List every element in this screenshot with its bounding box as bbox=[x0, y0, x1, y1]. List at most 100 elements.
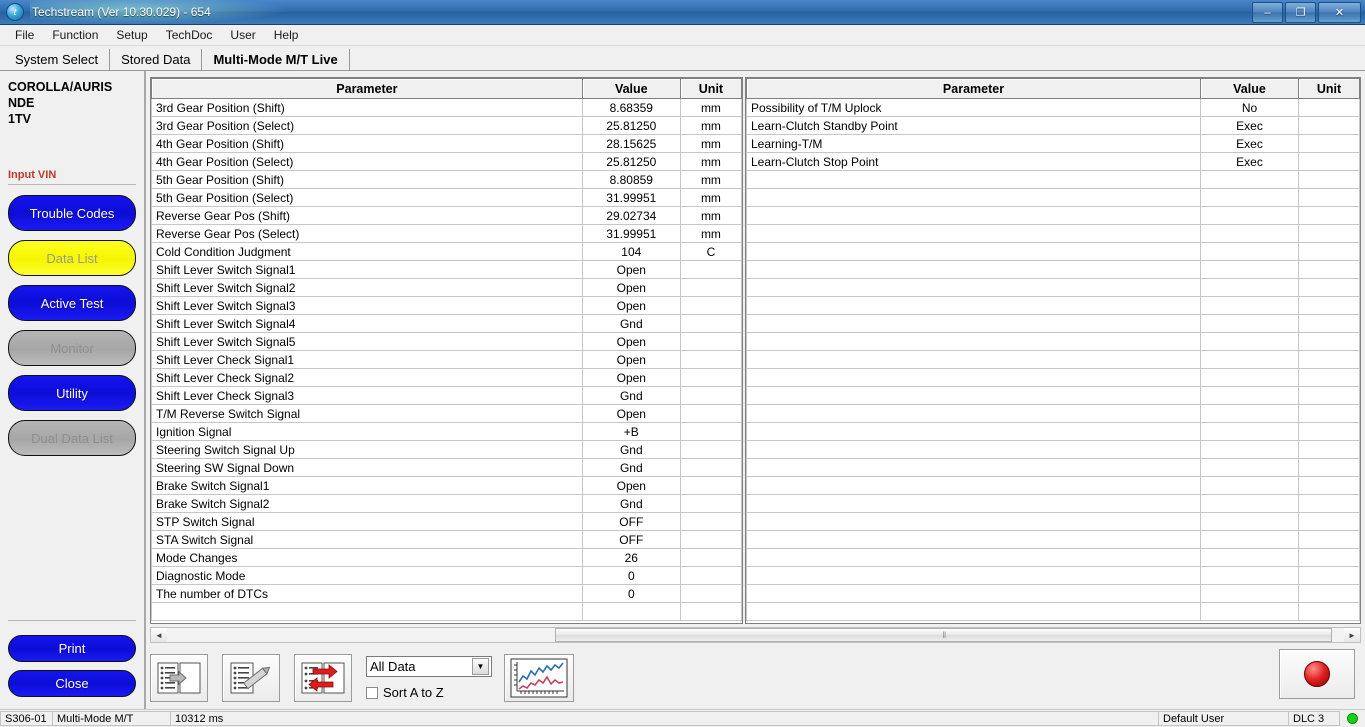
print-button[interactable]: Print bbox=[8, 635, 136, 662]
scroll-left-arrow-icon[interactable]: ◄ bbox=[151, 628, 167, 642]
table-row[interactable]: Steering Switch Signal UpGnd bbox=[152, 441, 742, 459]
sidebar-item-trouble-codes[interactable]: Trouble Codes bbox=[8, 195, 136, 231]
table-row[interactable]: 4th Gear Position (Shift)28.15625mm bbox=[152, 135, 742, 153]
table-row[interactable]: Brake Switch Signal1Open bbox=[152, 477, 742, 495]
cell-value: Open bbox=[582, 333, 680, 351]
record-button[interactable] bbox=[1279, 649, 1355, 699]
table-row[interactable]: Possibility of T/M UplockNo bbox=[747, 99, 1360, 117]
table-row[interactable]: T/M Reverse Switch SignalOpen bbox=[152, 405, 742, 423]
table-row[interactable]: Cold Condition Judgment104C bbox=[152, 243, 742, 261]
table-row[interactable]: Reverse Gear Pos (Select)31.99951mm bbox=[152, 225, 742, 243]
column-header-unit[interactable]: Unit bbox=[1299, 79, 1360, 99]
column-header-parameter[interactable]: Parameter bbox=[152, 79, 583, 99]
table-row-empty bbox=[747, 333, 1360, 351]
cell-parameter: Learn-Clutch Standby Point bbox=[747, 117, 1201, 135]
cell-value: Exec bbox=[1201, 135, 1299, 153]
input-vin-label[interactable]: Input VIN bbox=[8, 169, 136, 181]
table-row[interactable]: Shift Lever Switch Signal2Open bbox=[152, 279, 742, 297]
cell-value: 25.81250 bbox=[582, 117, 680, 135]
cell-parameter: T/M Reverse Switch Signal bbox=[152, 405, 583, 423]
table-row[interactable]: Shift Lever Check Signal2Open bbox=[152, 369, 742, 387]
scrollbar-track[interactable]: ‖ bbox=[167, 628, 1344, 642]
table-row[interactable]: Reverse Gear Pos (Shift)29.02734mm bbox=[152, 207, 742, 225]
table-row[interactable]: The number of DTCs0 bbox=[152, 585, 742, 603]
table-row-empty bbox=[747, 387, 1360, 405]
minimize-icon[interactable]: – bbox=[1252, 2, 1283, 23]
table-row[interactable]: Shift Lever Switch Signal4Gnd bbox=[152, 315, 742, 333]
sidebar-item-active-test[interactable]: Active Test bbox=[8, 285, 136, 321]
table-row[interactable]: 5th Gear Position (Select)31.99951mm bbox=[152, 189, 742, 207]
menu-item-techdoc[interactable]: TechDoc bbox=[157, 27, 222, 43]
table-row-empty bbox=[747, 297, 1360, 315]
table-row[interactable]: Mode Changes26 bbox=[152, 549, 742, 567]
cell-unit: mm bbox=[680, 189, 741, 207]
horizontal-scrollbar[interactable]: ◄ ‖ ► bbox=[150, 627, 1361, 643]
chevron-down-icon[interactable]: ▼ bbox=[472, 658, 489, 675]
table-row[interactable]: Shift Lever Check Signal3Gnd bbox=[152, 387, 742, 405]
table-row[interactable]: Shift Lever Switch Signal5Open bbox=[152, 333, 742, 351]
table-row[interactable]: 5th Gear Position (Shift)8.80859mm bbox=[152, 171, 742, 189]
cell-empty bbox=[1201, 549, 1299, 567]
close-button[interactable]: Close bbox=[8, 670, 136, 697]
cell-parameter: 3rd Gear Position (Select) bbox=[152, 117, 583, 135]
sort-a-to-z-row[interactable]: Sort A to Z bbox=[366, 685, 492, 700]
column-header-unit[interactable]: Unit bbox=[680, 79, 741, 99]
table-row[interactable]: STA Switch SignalOFF bbox=[152, 531, 742, 549]
cell-empty bbox=[1299, 495, 1360, 513]
scrollbar-thumb[interactable]: ‖ bbox=[555, 628, 1332, 642]
cell-empty bbox=[1299, 405, 1360, 423]
vehicle-model-line-2: NDE bbox=[8, 95, 136, 111]
cell-empty bbox=[1299, 315, 1360, 333]
cell-empty bbox=[1299, 567, 1360, 585]
close-icon[interactable]: ✕ bbox=[1318, 2, 1361, 23]
cell-unit bbox=[680, 423, 741, 441]
data-filter-select[interactable]: All Data ▼ bbox=[366, 656, 492, 677]
swap-columns-button[interactable] bbox=[294, 654, 352, 702]
cell-unit bbox=[680, 477, 741, 495]
menu-item-user[interactable]: User bbox=[221, 27, 264, 43]
table-row[interactable]: Learning-T/MExec bbox=[747, 135, 1360, 153]
table-row[interactable]: 4th Gear Position (Select)25.81250mm bbox=[152, 153, 742, 171]
cell-empty bbox=[1299, 189, 1360, 207]
tab-system-select[interactable]: System Select bbox=[4, 49, 110, 70]
table-row[interactable]: Shift Lever Switch Signal3Open bbox=[152, 297, 742, 315]
sort-a-to-z-checkbox[interactable] bbox=[366, 687, 378, 699]
column-header-value[interactable]: Value bbox=[582, 79, 680, 99]
record-dot-icon bbox=[1304, 661, 1330, 687]
table-row[interactable]: Shift Lever Check Signal1Open bbox=[152, 351, 742, 369]
table-row[interactable]: Learn-Clutch Standby PointExec bbox=[747, 117, 1360, 135]
table-row[interactable]: Steering SW Signal DownGnd bbox=[152, 459, 742, 477]
sidebar-item-utility[interactable]: Utility bbox=[8, 375, 136, 411]
tab-multi-mode-mt-live[interactable]: Multi-Mode M/T Live bbox=[202, 49, 349, 70]
cell-parameter: Steering Switch Signal Up bbox=[152, 441, 583, 459]
menu-item-help[interactable]: Help bbox=[265, 27, 308, 43]
cell-empty bbox=[747, 459, 1201, 477]
scrollbar-grip-icon: ‖ bbox=[942, 630, 945, 640]
cell-value: 26 bbox=[582, 549, 680, 567]
menu-item-file[interactable]: File bbox=[6, 27, 43, 43]
table-row[interactable]: Learn-Clutch Stop PointExec bbox=[747, 153, 1360, 171]
table-row[interactable]: Shift Lever Switch Signal1Open bbox=[152, 261, 742, 279]
save-snapshot-button[interactable] bbox=[222, 654, 280, 702]
column-header-value[interactable]: Value bbox=[1201, 79, 1299, 99]
cell-empty bbox=[1201, 513, 1299, 531]
table-row[interactable]: 3rd Gear Position (Select)25.81250mm bbox=[152, 117, 742, 135]
table-row[interactable]: 3rd Gear Position (Shift)8.68359mm bbox=[152, 99, 742, 117]
sidebar-item-data-list[interactable]: Data List bbox=[8, 240, 136, 276]
select-items-button[interactable] bbox=[150, 654, 208, 702]
menu-item-setup[interactable]: Setup bbox=[107, 27, 156, 43]
cell-empty bbox=[747, 315, 1201, 333]
table-row[interactable]: Ignition Signal+B bbox=[152, 423, 742, 441]
table-row[interactable]: Brake Switch Signal2Gnd bbox=[152, 495, 742, 513]
scroll-right-arrow-icon[interactable]: ► bbox=[1344, 628, 1360, 642]
table-row[interactable]: STP Switch SignalOFF bbox=[152, 513, 742, 531]
menu-item-function[interactable]: Function bbox=[43, 27, 107, 43]
cell-empty bbox=[747, 405, 1201, 423]
cell-empty bbox=[747, 279, 1201, 297]
maximize-icon[interactable]: ❐ bbox=[1285, 2, 1316, 23]
column-header-parameter[interactable]: Parameter bbox=[747, 79, 1201, 99]
graph-view-button[interactable] bbox=[504, 654, 574, 702]
cell-value: OFF bbox=[582, 513, 680, 531]
table-row[interactable]: Diagnostic Mode0 bbox=[152, 567, 742, 585]
tab-stored-data[interactable]: Stored Data bbox=[110, 49, 202, 70]
